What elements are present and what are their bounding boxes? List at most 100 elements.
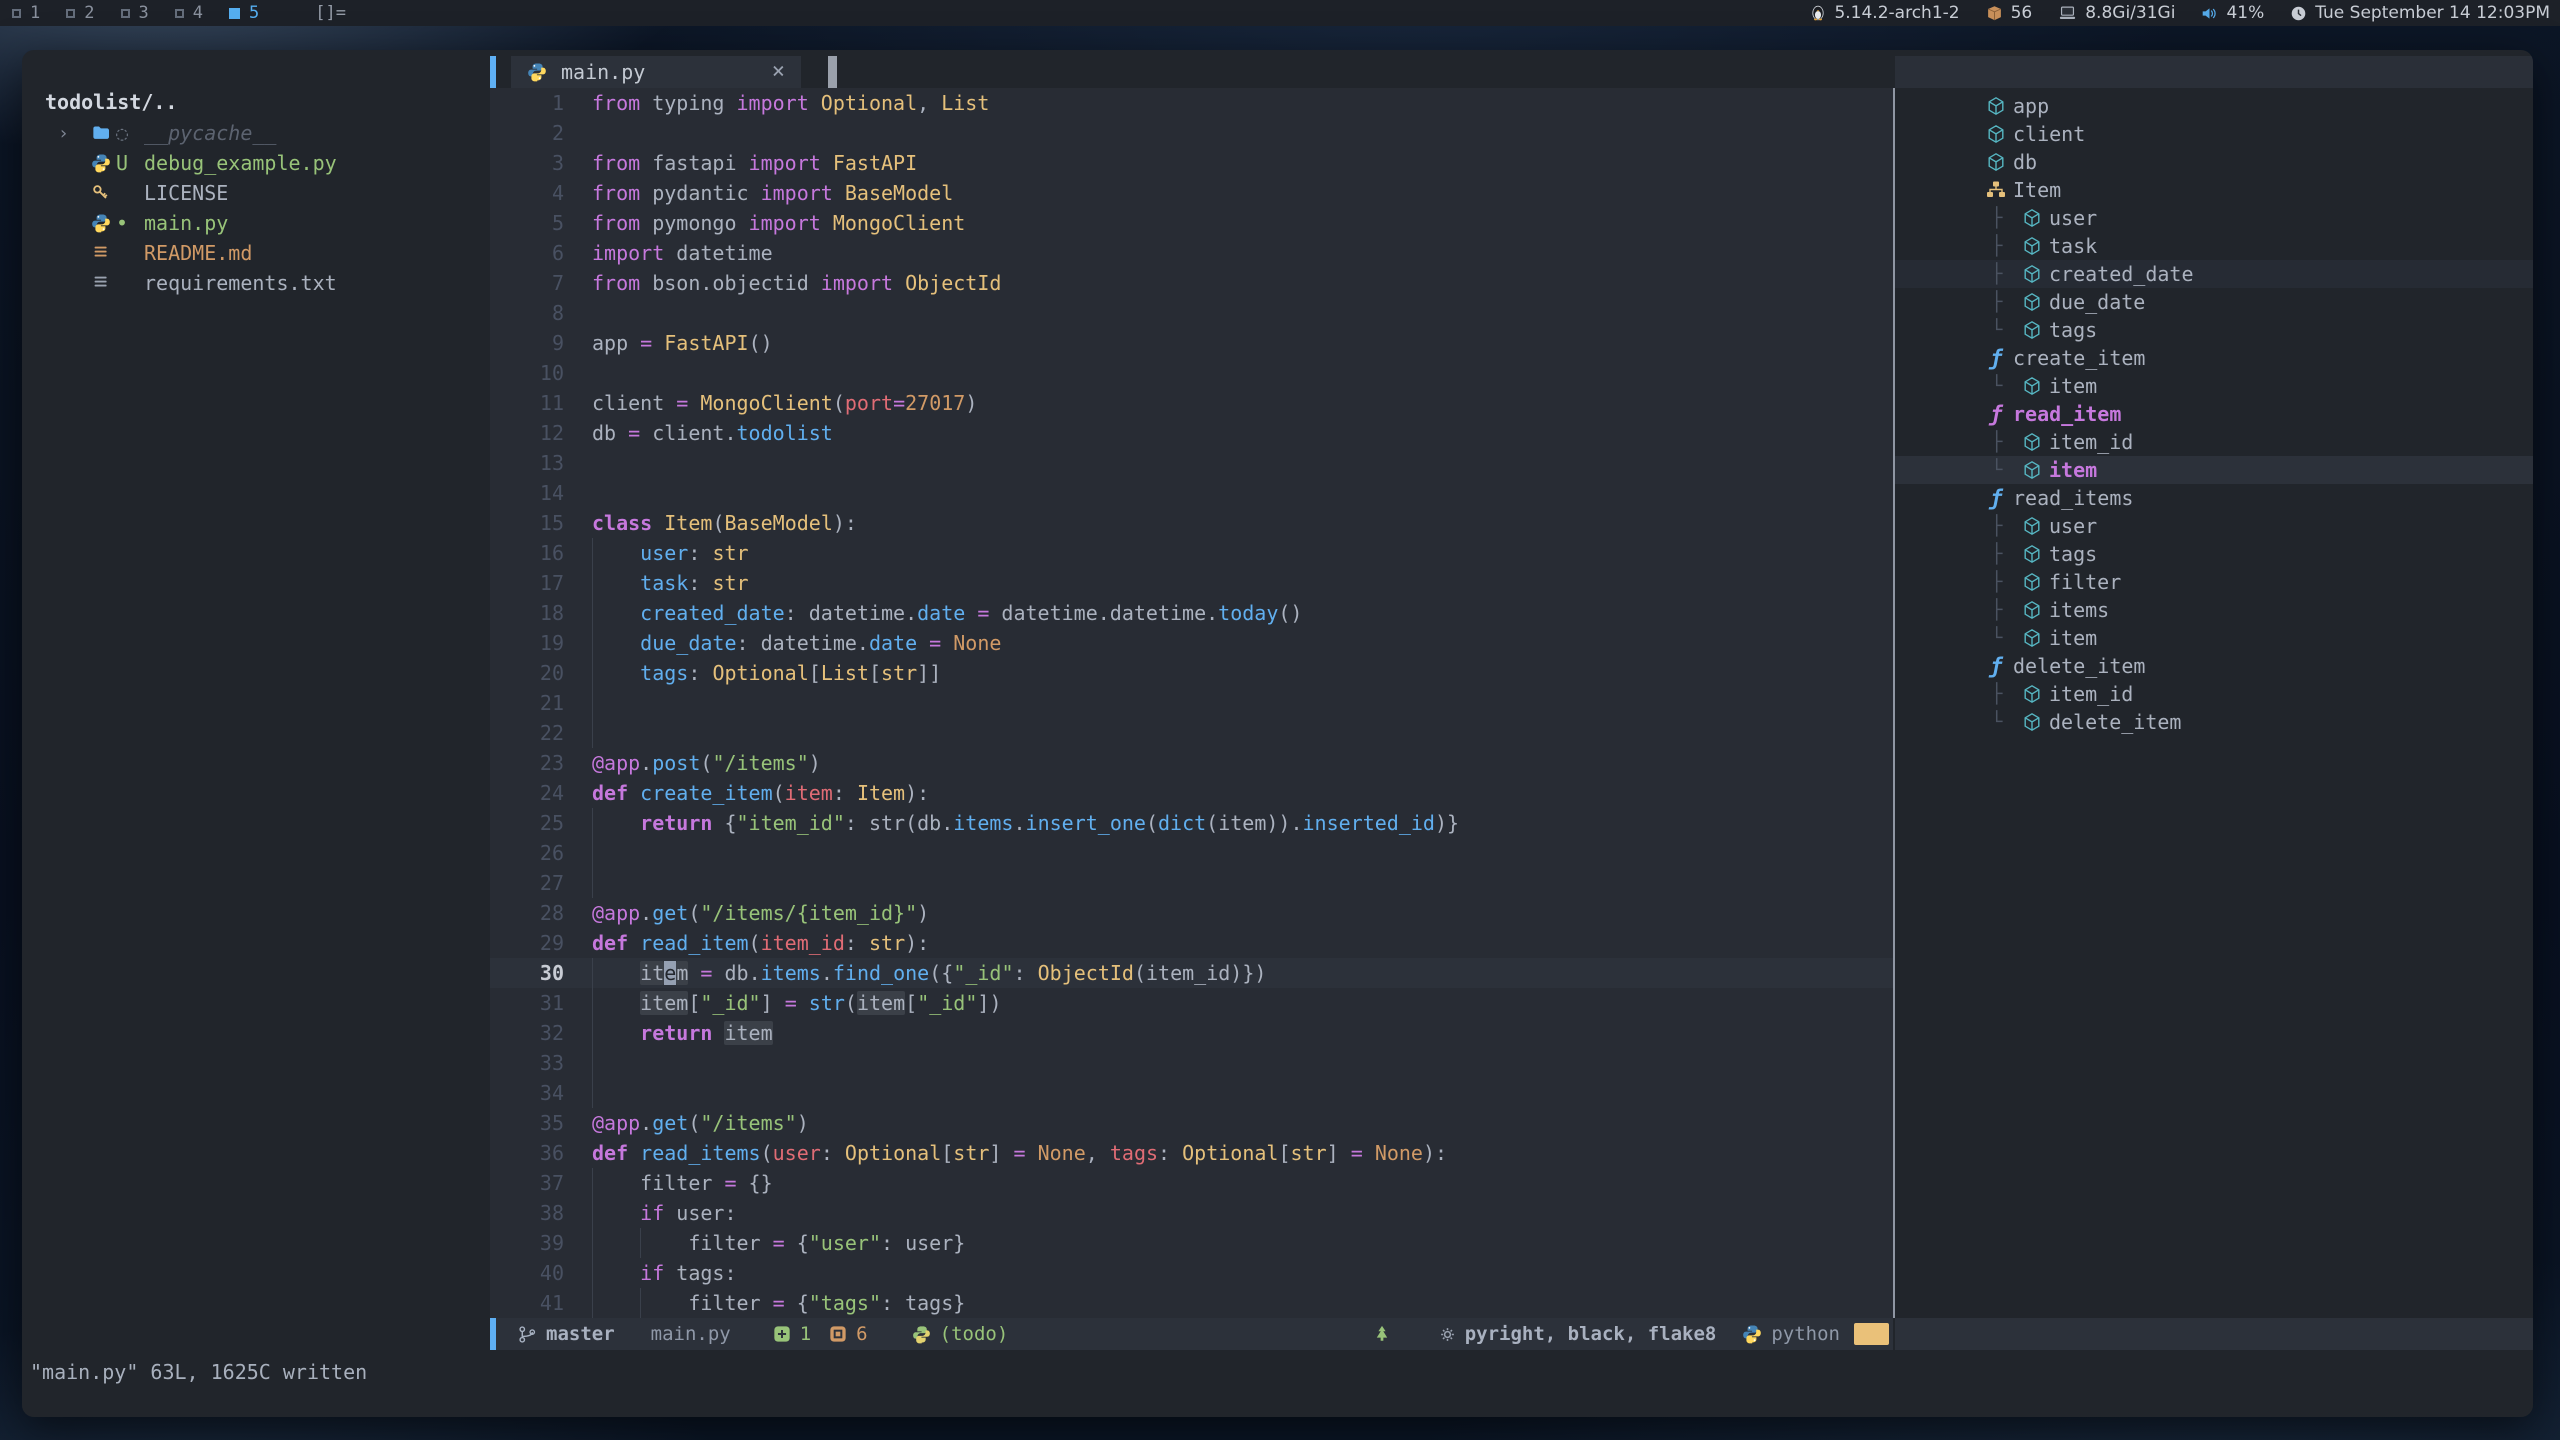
file-tree-root[interactable]: todolist/.. bbox=[22, 86, 490, 118]
file-tree-item-readme-md[interactable]: README.md bbox=[22, 238, 490, 268]
code-line-11[interactable]: 11client = MongoClient(port=27017) bbox=[490, 388, 1893, 418]
code-line-30[interactable]: 30 item = db.items.find_one({"_id": Obje… bbox=[490, 958, 1893, 988]
code-line-36[interactable]: 36def read_items(user: Optional[str] = N… bbox=[490, 1138, 1893, 1168]
tree-connector: ├ bbox=[1991, 543, 2017, 565]
code-text bbox=[578, 118, 1893, 148]
symbol-db[interactable]: db bbox=[1895, 148, 2533, 176]
code-line-1[interactable]: 1from typing import Optional, List bbox=[490, 88, 1893, 118]
code-line-23[interactable]: 23@app.post("/items") bbox=[490, 748, 1893, 778]
code-line-2[interactable]: 2 bbox=[490, 118, 1893, 148]
symbol-user[interactable]: ├user bbox=[1895, 204, 2533, 232]
symbol-tags[interactable]: ├tags bbox=[1895, 540, 2533, 568]
code-line-17[interactable]: 17 task: str bbox=[490, 568, 1893, 598]
workspace-button-1[interactable]: 1 bbox=[12, 3, 40, 23]
symbol-tags[interactable]: └tags bbox=[1895, 316, 2533, 344]
symbol-create-item[interactable]: ƒcreate_item bbox=[1895, 344, 2533, 372]
symbol-item-id[interactable]: ├item_id bbox=[1895, 680, 2533, 708]
code-line-21[interactable]: 21 bbox=[490, 688, 1893, 718]
code-line-27[interactable]: 27 bbox=[490, 868, 1893, 898]
code-line-13[interactable]: 13 bbox=[490, 448, 1893, 478]
symbol-client[interactable]: client bbox=[1895, 120, 2533, 148]
code-line-28[interactable]: 28@app.get("/items/{item_id}") bbox=[490, 898, 1893, 928]
code-line-20[interactable]: 20 tags: Optional[List[str]] bbox=[490, 658, 1893, 688]
code-line-32[interactable]: 32 return item bbox=[490, 1018, 1893, 1048]
code-text: item["_id"] = str(item["_id"]) bbox=[578, 988, 1893, 1018]
symbol-label: Item bbox=[2013, 178, 2061, 202]
code-line-19[interactable]: 19 due_date: datetime.date = None bbox=[490, 628, 1893, 658]
code-line-34[interactable]: 34 bbox=[490, 1078, 1893, 1108]
code-line-12[interactable]: 12db = client.todolist bbox=[490, 418, 1893, 448]
symbol-label: app bbox=[2013, 94, 2049, 118]
symbol-item[interactable]: └item bbox=[1895, 456, 2533, 484]
file-tree-item-main-py[interactable]: •main.py bbox=[22, 208, 490, 238]
code-line-29[interactable]: 29def read_item(item_id: str): bbox=[490, 928, 1893, 958]
workspace-button-2[interactable]: 2 bbox=[66, 3, 94, 23]
code-line-15[interactable]: 15class Item(BaseModel): bbox=[490, 508, 1893, 538]
code-line-24[interactable]: 24def create_item(item: Item): bbox=[490, 778, 1893, 808]
symbol-label: tags bbox=[2049, 318, 2097, 342]
symbol-delete-item[interactable]: └delete_item bbox=[1895, 708, 2533, 736]
code-line-38[interactable]: 38 if user: bbox=[490, 1198, 1893, 1228]
symbol-item-id[interactable]: ├item_id bbox=[1895, 428, 2533, 456]
tree-connector: ├ bbox=[1991, 571, 2017, 593]
code-line-6[interactable]: 6import datetime bbox=[490, 238, 1893, 268]
code-line-14[interactable]: 14 bbox=[490, 478, 1893, 508]
code-line-5[interactable]: 5from pymongo import MongoClient bbox=[490, 208, 1893, 238]
code-line-10[interactable]: 10 bbox=[490, 358, 1893, 388]
line-number: 11 bbox=[490, 388, 578, 418]
symbol-read-items[interactable]: ƒread_items bbox=[1895, 484, 2533, 512]
editor-buffer[interactable]: 1from typing import Optional, List23from… bbox=[490, 88, 1893, 1318]
code-line-18[interactable]: 18 created_date: datetime.date = datetim… bbox=[490, 598, 1893, 628]
code-line-7[interactable]: 7from bson.objectid import ObjectId bbox=[490, 268, 1893, 298]
symbol-user[interactable]: ├user bbox=[1895, 512, 2533, 540]
line-number: 24 bbox=[490, 778, 578, 808]
symbol-read-item[interactable]: ƒread_item bbox=[1895, 400, 2533, 428]
code-line-25[interactable]: 25 return {"item_id": str(db.items.inser… bbox=[490, 808, 1893, 838]
symbol-item[interactable]: └item bbox=[1895, 372, 2533, 400]
symbol-filter[interactable]: ├filter bbox=[1895, 568, 2533, 596]
code-line-26[interactable]: 26 bbox=[490, 838, 1893, 868]
code-line-37[interactable]: 37 filter = {} bbox=[490, 1168, 1893, 1198]
tab-close-icon[interactable]: × bbox=[772, 61, 785, 83]
code-line-16[interactable]: 16 user: str bbox=[490, 538, 1893, 568]
code-text: def create_item(item: Item): bbox=[578, 778, 1893, 808]
workspace-button-3[interactable]: 3 bbox=[121, 3, 149, 23]
workspace-button-4[interactable]: 4 bbox=[175, 3, 203, 23]
code-line-33[interactable]: 33 bbox=[490, 1048, 1893, 1078]
workspace-button-5[interactable]: 5 bbox=[229, 3, 259, 23]
file-tree-item-debug-example-py[interactable]: Udebug_example.py bbox=[22, 148, 490, 178]
symbol-task[interactable]: ├task bbox=[1895, 232, 2533, 260]
line-number: 18 bbox=[490, 598, 578, 628]
file-tree-item-license[interactable]: LICENSE bbox=[22, 178, 490, 208]
file-tree-item-requirements-txt[interactable]: requirements.txt bbox=[22, 268, 490, 298]
code-line-40[interactable]: 40 if tags: bbox=[490, 1258, 1893, 1288]
line-number: 13 bbox=[490, 448, 578, 478]
symbol-due-date[interactable]: ├due_date bbox=[1895, 288, 2533, 316]
code-line-41[interactable]: 41 filter = {"tags": tags} bbox=[490, 1288, 1893, 1318]
variable-cube-icon bbox=[2017, 516, 2047, 536]
code-text: client = MongoClient(port=27017) bbox=[578, 388, 1893, 418]
symbol-created-date[interactable]: ├created_date bbox=[1895, 260, 2533, 288]
line-number: 17 bbox=[490, 568, 578, 598]
symbol-items[interactable]: ├items bbox=[1895, 596, 2533, 624]
symbol-item[interactable]: Item bbox=[1895, 176, 2533, 204]
symbol-app[interactable]: app bbox=[1895, 92, 2533, 120]
symbol-delete-item[interactable]: ƒdelete_item bbox=[1895, 652, 2533, 680]
code-line-39[interactable]: 39 filter = {"user": user} bbox=[490, 1228, 1893, 1258]
file-tree-item---pycache--[interactable]: ›◌__pycache__ bbox=[22, 118, 490, 148]
tree-connector: ├ bbox=[1991, 207, 2017, 229]
code-line-4[interactable]: 4from pydantic import BaseModel bbox=[490, 178, 1893, 208]
code-line-9[interactable]: 9app = FastAPI() bbox=[490, 328, 1893, 358]
code-line-3[interactable]: 3from fastapi import FastAPI bbox=[490, 148, 1893, 178]
code-text: from bson.objectid import ObjectId bbox=[578, 268, 1893, 298]
tab-main-py[interactable]: main.py × bbox=[511, 56, 801, 88]
symbol-item[interactable]: └item bbox=[1895, 624, 2533, 652]
code-text: def read_items(user: Optional[str] = Non… bbox=[578, 1138, 1893, 1168]
code-line-8[interactable]: 8 bbox=[490, 298, 1893, 328]
code-line-35[interactable]: 35@app.get("/items") bbox=[490, 1108, 1893, 1138]
line-number: 41 bbox=[490, 1288, 578, 1318]
file-name: debug_example.py bbox=[144, 151, 337, 175]
symbol-label: created_date bbox=[2049, 262, 2194, 286]
code-line-31[interactable]: 31 item["_id"] = str(item["_id"]) bbox=[490, 988, 1893, 1018]
code-line-22[interactable]: 22 bbox=[490, 718, 1893, 748]
